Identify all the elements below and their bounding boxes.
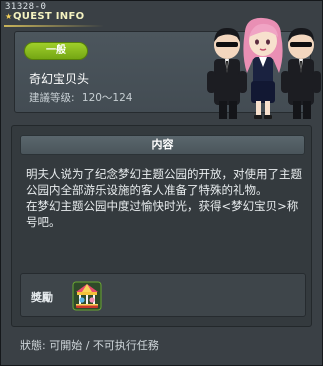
quest-content-panel: 内容 明夫人说为了纪念梦幻主题公园的开放，对使用了主题公园内全部游乐设施的客人准… — [11, 125, 312, 327]
quest-category-badge: 一般 — [24, 42, 88, 60]
npc-portrait — [207, 17, 321, 119]
quest-description-text: 明夫人说为了纪念梦幻主题公园的开放，对使用了主题公园内全部游乐设施的客人准备了特… — [26, 167, 302, 229]
title-underline — [4, 25, 104, 27]
quest-status: 狀態: 可開始 / 不可执行任務 — [20, 337, 159, 353]
reward-label: 獎勵 — [31, 291, 53, 304]
reward-box: 獎勵 — [20, 273, 306, 317]
level-value: 120～124 — [81, 92, 133, 104]
carousel-badge-icon[interactable] — [72, 281, 102, 311]
bodyguard-right — [281, 27, 321, 119]
quest-description: 明夫人说为了纪念梦幻主题公园的开放，对使用了主题公园内全部游乐设施的客人准备了特… — [26, 166, 304, 230]
quest-level: 建議等级: 120～124 — [29, 90, 132, 105]
content-header: 内容 — [20, 135, 305, 155]
lady-npc — [243, 17, 283, 119]
star-icon: ★ — [5, 12, 13, 21]
level-label: 建議等级: — [29, 92, 75, 104]
quest-info-window: 31328-0 ★ QUEST INFO 一般 奇幻宝贝头 建議等级: 120～… — [0, 0, 323, 366]
window-title: QUEST INFO — [13, 11, 85, 22]
bodyguard-left — [207, 27, 247, 119]
window-title-bar[interactable]: ★ QUEST INFO — [4, 10, 86, 25]
quest-status-text: 狀態: 可開始 / 不可执行任務 — [20, 339, 159, 352]
quest-name: 奇幻宝贝头 — [29, 72, 90, 86]
